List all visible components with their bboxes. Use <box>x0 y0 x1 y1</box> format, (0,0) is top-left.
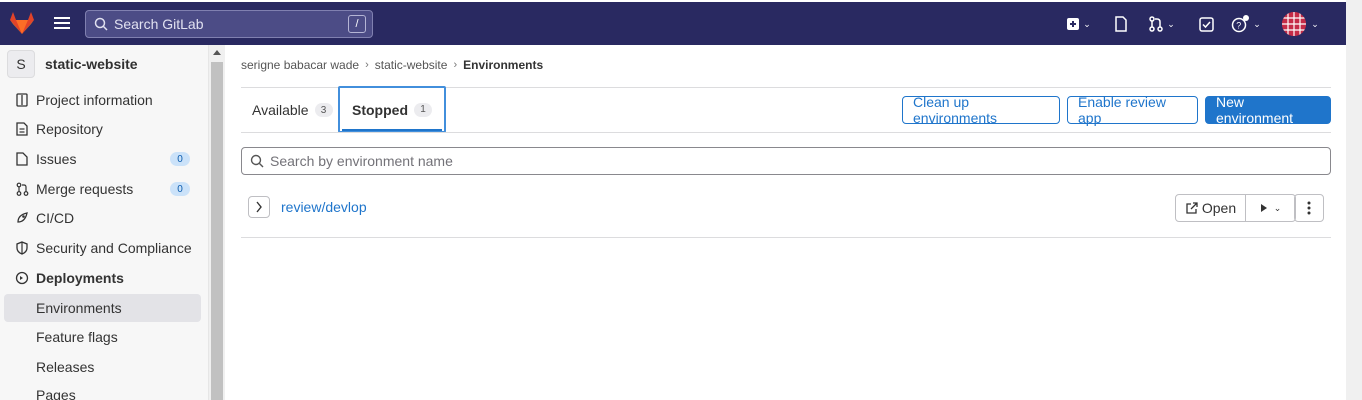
merge-requests-menu[interactable]: ⌄ <box>1146 14 1178 34</box>
kebab-menu-icon <box>1307 201 1311 215</box>
expand-row-button[interactable] <box>248 196 270 218</box>
sidebar-item-label: Deployments <box>36 270 124 286</box>
sidebar-item-label: Issues <box>36 151 77 167</box>
new-environment-button[interactable]: New environment <box>1205 94 1331 126</box>
sidebar-item-label: CI/CD <box>36 210 75 226</box>
sidebar-item-label: Releases <box>36 359 95 375</box>
environment-search-input[interactable]: Search by environment name <box>241 147 1331 175</box>
shield-icon <box>14 240 30 256</box>
tab-available[interactable]: Available 3 <box>252 88 333 132</box>
breadcrumb-current[interactable]: Environments <box>463 58 543 72</box>
tab-count-badge: 1 <box>414 102 432 117</box>
project-sidebar: S static-website Project information Rep… <box>0 45 209 400</box>
chevron-right-icon: › <box>453 59 458 71</box>
deployments-icon <box>14 270 30 286</box>
issues-icon[interactable] <box>1112 14 1130 34</box>
sidebar-item-feature-flags[interactable]: Feature flags <box>4 323 201 351</box>
rocket-icon <box>14 210 30 226</box>
sidebar-item-label: Feature flags <box>36 329 118 345</box>
breadcrumb-link[interactable]: static-website <box>375 58 448 72</box>
sidebar-item-environments[interactable]: Environments <box>4 294 201 322</box>
environment-row: review/devlop Open ⌄ <box>241 193 1331 223</box>
sidebar-item-project-information[interactable]: Project information <box>4 86 201 114</box>
sidebar-item-label: Repository <box>36 121 103 137</box>
search-shortcut-key: / <box>348 15 366 33</box>
enable-review-app-button[interactable]: Enable review app <box>1067 94 1198 126</box>
chevron-down-icon: ⌄ <box>1273 202 1282 213</box>
play-icon <box>1260 204 1267 212</box>
scroll-up-arrow-icon[interactable] <box>213 50 221 55</box>
count-badge: 0 <box>170 152 190 166</box>
sidebar-item-pages[interactable]: Pages <box>4 381 201 400</box>
sidebar-item-security[interactable]: Security and Compliance <box>4 234 201 262</box>
issues-icon <box>14 151 30 167</box>
sidebar-item-releases[interactable]: Releases <box>4 353 201 381</box>
sidebar-item-label: Environments <box>36 300 122 316</box>
document-icon <box>14 121 30 137</box>
app-window: Search GitLab / ⌄ ⌄ ? ⌄ ⌄ S static-websi… <box>0 0 1362 400</box>
clean-up-environments-button[interactable]: Clean up environments <box>902 94 1060 126</box>
sidebar-item-deployments[interactable]: Deployments <box>4 264 201 292</box>
search-icon <box>94 17 108 31</box>
sidebar-item-label: Security and Compliance <box>36 240 192 256</box>
top-navbar: Search GitLab / ⌄ ⌄ ? ⌄ ⌄ <box>0 0 1346 45</box>
chevron-down-icon: ⌄ <box>1167 18 1175 29</box>
sidebar-item-ci-cd[interactable]: CI/CD <box>4 204 201 232</box>
breadcrumb-link[interactable]: serigne babacar wade <box>241 58 359 72</box>
hamburger-icon[interactable] <box>50 11 74 35</box>
sidebar-scrollbar[interactable] <box>209 45 225 400</box>
project-header[interactable]: S static-website <box>7 50 138 78</box>
scrollbar-thumb[interactable] <box>211 62 223 400</box>
info-icon <box>14 92 30 108</box>
merge-request-icon <box>1149 16 1163 32</box>
sidebar-item-merge-requests[interactable]: Merge requests 0 <box>4 175 201 203</box>
project-name: static-website <box>45 56 138 72</box>
help-menu[interactable]: ? ⌄ <box>1230 14 1262 34</box>
todo-icon[interactable] <box>1197 14 1215 34</box>
count-badge: 0 <box>170 182 190 196</box>
environment-name-link[interactable]: review/devlop <box>281 199 367 215</box>
chevron-down-icon: ⌄ <box>1253 18 1261 29</box>
chevron-down-icon[interactable]: ⌄ <box>1309 14 1321 34</box>
breadcrumb: serigne babacar wade › static-website › … <box>241 58 543 72</box>
merge-request-icon <box>14 181 30 197</box>
external-link-icon <box>1186 201 1198 214</box>
tab-label: Stopped <box>352 101 408 118</box>
chevron-right-icon <box>256 201 262 213</box>
sidebar-item-issues[interactable]: Issues 0 <box>4 145 201 173</box>
divider <box>241 237 1331 238</box>
window-edge <box>1346 0 1362 400</box>
search-placeholder: Search GitLab <box>114 16 204 32</box>
tab-stopped[interactable]: Stopped 1 <box>338 86 446 133</box>
open-environment-button[interactable]: Open <box>1175 194 1246 222</box>
sidebar-item-label: Pages <box>36 387 76 400</box>
chevron-down-icon: ⌄ <box>1083 18 1091 29</box>
more-actions-button[interactable] <box>1294 194 1324 222</box>
plus-square-icon <box>1067 18 1080 30</box>
tab-count-badge: 3 <box>314 103 333 117</box>
open-label: Open <box>1201 200 1237 216</box>
sidebar-item-repository[interactable]: Repository <box>4 115 201 143</box>
gitlab-logo-icon[interactable] <box>8 9 36 37</box>
chevron-right-icon: › <box>365 59 369 71</box>
help-icon: ? <box>1231 15 1250 33</box>
sidebar-item-label: Project information <box>36 92 153 108</box>
avatar[interactable] <box>1282 12 1306 36</box>
svg-text:?: ? <box>1236 21 1241 31</box>
tab-label: Available <box>252 102 309 118</box>
deploy-actions-dropdown[interactable]: ⌄ <box>1246 194 1296 222</box>
divider <box>241 132 1331 133</box>
global-search-input[interactable]: Search GitLab / <box>85 10 373 38</box>
new-menu-button[interactable]: ⌄ <box>1065 14 1093 34</box>
sidebar-item-label: Merge requests <box>36 181 134 197</box>
search-placeholder: Search by environment name <box>270 153 453 169</box>
search-icon <box>250 154 264 168</box>
environment-actions: Open ⌄ <box>1175 194 1296 222</box>
project-avatar: S <box>7 50 35 78</box>
